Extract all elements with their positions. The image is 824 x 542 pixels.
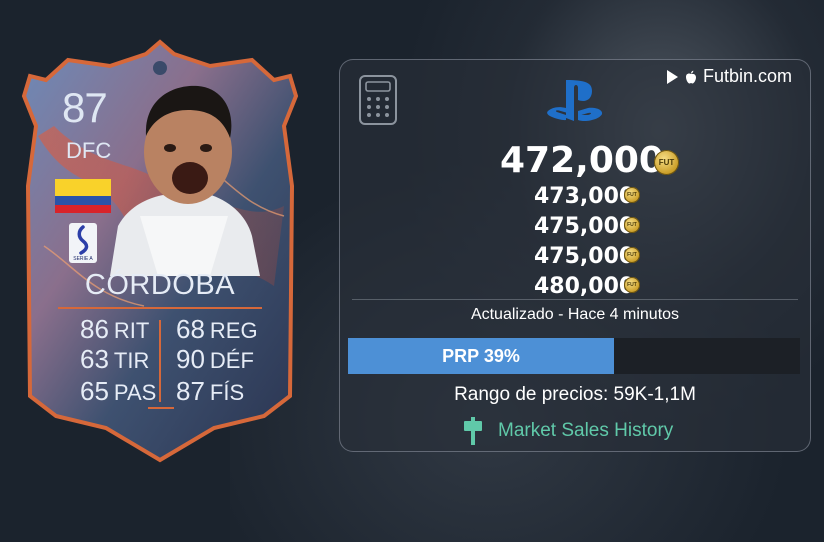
market-sales-history-link[interactable]: Market Sales History — [462, 417, 673, 445]
panel-divider — [352, 299, 798, 300]
price-range-text: Rango de precios: 59K-1,1M — [454, 384, 696, 405]
crest-icon — [153, 61, 167, 75]
fut-coin-icon: FUT — [624, 187, 640, 203]
stat-value: 86 — [80, 314, 109, 344]
market-link-label: Market Sales History — [498, 420, 674, 441]
league-badge-text: SERIE A — [73, 256, 93, 262]
card-position: DFC — [66, 138, 112, 163]
stat-def: 90 DÉF — [176, 344, 254, 375]
stat-pas: 65 PAS — [80, 376, 156, 407]
stat-fis: 87 FÍS — [176, 376, 244, 407]
brand-label: Futbin.com — [703, 66, 793, 86]
prp-label: PRP 39% — [442, 346, 520, 366]
player-face-photo — [110, 85, 260, 276]
stat-value: 90 — [176, 344, 205, 374]
price-row-1: 473,000 — [534, 184, 635, 209]
apple-icon — [686, 70, 696, 83]
coin-label: FUT — [627, 282, 637, 288]
stat-reg: 68 REG — [176, 314, 258, 345]
stat-label: RIT — [113, 318, 150, 343]
fut-coin-icon: FUT — [654, 150, 679, 175]
stat-tir: 63 TIR — [80, 344, 149, 375]
current-price: 472,000 — [500, 140, 664, 181]
stat-value: 68 — [176, 314, 205, 344]
coin-label: FUT — [658, 158, 675, 167]
fut-coin-icon: FUT — [624, 277, 640, 293]
player-name: CÓRDOBA — [84, 269, 236, 301]
stat-value: 63 — [80, 344, 109, 374]
stat-value: 65 — [80, 376, 109, 406]
calculator-icon[interactable] — [359, 75, 397, 125]
coin-label: FUT — [627, 192, 637, 198]
futbin-brand[interactable]: Futbin.com — [667, 66, 792, 87]
market-sign-icon — [464, 417, 482, 445]
fut-coin-icon: FUT — [624, 247, 640, 263]
price-row-4: 480,000 — [534, 274, 635, 299]
serie-a-league-icon: SERIE A — [69, 223, 97, 263]
country-flag-icon — [55, 179, 111, 213]
stat-label: REG — [209, 318, 258, 343]
price-row-3: 475,000 — [534, 244, 635, 269]
player-card[interactable]: 87 DFC SERIE A CÓRDOBA 86 RIT 63 TIR 65 PAS… — [14, 36, 306, 466]
fut-coin-icon: FUT — [624, 217, 640, 233]
price-row-2: 475,000 — [534, 214, 635, 239]
stat-value: 87 — [176, 376, 205, 406]
card-rating: 87 — [62, 84, 108, 131]
google-play-icon — [667, 69, 678, 84]
coin-label: FUT — [627, 222, 637, 228]
last-updated-text: Actualizado - Hace 4 minutos — [470, 306, 680, 323]
stat-label: DÉF — [209, 348, 254, 373]
stat-label: PAS — [113, 380, 157, 405]
playstation-icon — [547, 80, 603, 122]
stat-rit: 86 RIT — [80, 314, 149, 345]
stat-label: TIR — [113, 348, 150, 373]
stat-label: FÍS — [209, 380, 245, 405]
coin-label: FUT — [627, 252, 637, 258]
